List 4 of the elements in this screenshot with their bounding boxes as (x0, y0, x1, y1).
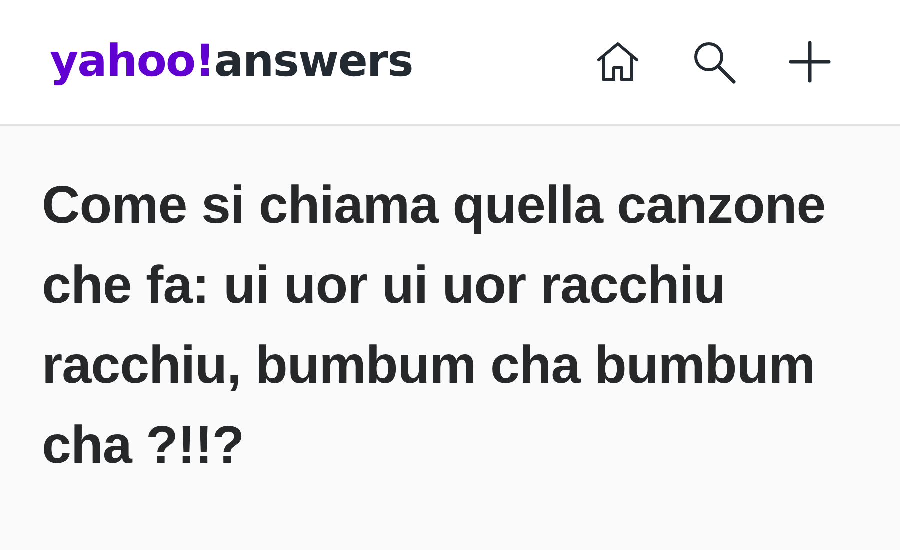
question-title: Come si chiama quella canzone che fa: ui uor ui uor racchiu racchiu, bumbum cha bumbum cha ?!!? (41, 175, 827, 477)
logo-product: answers (214, 35, 413, 89)
plus-icon (788, 40, 832, 84)
logo-brand: yahoo! (50, 35, 214, 89)
